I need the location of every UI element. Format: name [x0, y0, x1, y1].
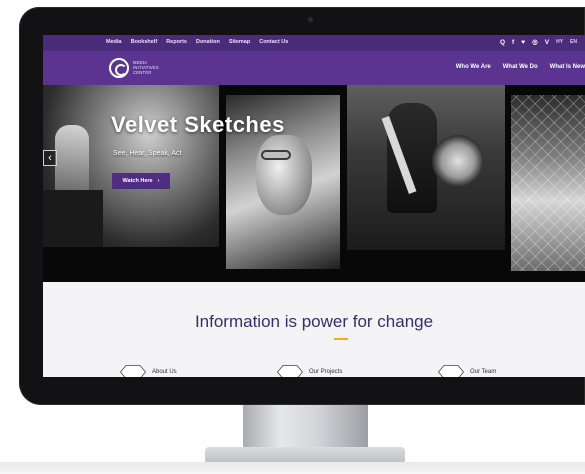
vimeo-icon[interactable]: V — [545, 39, 549, 46]
hero-photo-skeleton-hand — [43, 85, 219, 247]
instagram-icon[interactable]: ◎ — [532, 38, 538, 46]
nav-what-we-do[interactable]: What We Do — [503, 64, 538, 70]
photo-detail — [387, 103, 437, 213]
hexagon-icon — [277, 365, 303, 377]
utility-link-donation[interactable]: Donation — [196, 39, 220, 45]
utility-link-bookshelf[interactable]: Bookshelf — [131, 39, 158, 45]
feature-label: Our Projects — [309, 369, 343, 375]
utility-link-sitemap[interactable]: Sitemap — [229, 39, 250, 45]
feature-label: About Us — [152, 369, 177, 375]
nav-what-is-new[interactable]: What Is New — [550, 64, 585, 70]
twitter-icon[interactable]: ♥ — [521, 39, 525, 46]
watch-here-button[interactable]: Watch Here › — [112, 173, 170, 189]
browser-screen: Media Bookshelf Reports Donation Sitemap… — [43, 35, 585, 377]
logo-text[interactable]: MEDIA INITIATIVES CENTER — [133, 60, 183, 75]
photo-detail — [261, 150, 291, 160]
nav-who-we-are[interactable]: Who We Are — [456, 64, 491, 70]
photo-detail — [256, 135, 312, 215]
hero-slider: ‹ Velvet Sketches See, Hear, Speak, Act … — [43, 85, 585, 282]
feature-about-us[interactable]: About Us — [120, 365, 177, 377]
photo-detail — [511, 95, 585, 271]
feature-label: Our Team — [470, 369, 497, 375]
monitor-stand-neck — [243, 405, 368, 449]
photo-detail — [432, 135, 484, 187]
section-title: Information is power for change — [194, 312, 434, 331]
facebook-icon[interactable]: f — [512, 39, 514, 46]
utility-links: Media Bookshelf Reports Donation Sitemap… — [106, 39, 288, 45]
floor-shadow — [0, 462, 585, 474]
feature-our-team[interactable]: Our Team — [438, 365, 496, 377]
hero-title: Velvet Sketches — [111, 112, 285, 137]
watch-here-label: Watch Here — [122, 178, 153, 184]
slider-prev-arrow-icon[interactable]: ‹ — [43, 150, 57, 166]
logo-line: CENTER — [133, 70, 152, 75]
title-accent-line — [334, 338, 348, 340]
hero-photo-fence — [511, 95, 585, 271]
search-icon[interactable]: Q — [500, 39, 505, 46]
photo-detail — [43, 190, 103, 247]
hexagon-icon — [438, 365, 464, 377]
info-section: Information is power for change About Us… — [43, 282, 585, 377]
language-hy[interactable]: HY — [556, 39, 563, 45]
hero-subtitle: See, Hear, Speak, Act — [113, 150, 182, 157]
main-nav-links: Who We Are What We Do What Is New — [456, 64, 585, 70]
monitor-scene: Media Bookshelf Reports Donation Sitemap… — [0, 0, 585, 474]
hero-photo-drummer — [347, 85, 505, 250]
chevron-right-icon: › — [157, 178, 160, 184]
main-navigation: MEDIA INITIATIVES CENTER Who We Are What… — [43, 51, 585, 85]
utility-link-reports[interactable]: Reports — [166, 39, 187, 45]
feature-our-projects[interactable]: Our Projects — [277, 365, 342, 377]
utility-link-contact-us[interactable]: Contact Us — [259, 39, 288, 45]
utility-link-media[interactable]: Media — [106, 39, 122, 45]
camera-dot — [308, 17, 313, 22]
hexagon-icon — [120, 365, 146, 377]
language-en[interactable]: EN — [570, 39, 577, 45]
utility-icons: Q f ♥ ◎ V HY EN — [500, 38, 577, 47]
top-utility-bar: Media Bookshelf Reports Donation Sitemap… — [43, 35, 585, 51]
logo-icon[interactable] — [109, 58, 129, 78]
